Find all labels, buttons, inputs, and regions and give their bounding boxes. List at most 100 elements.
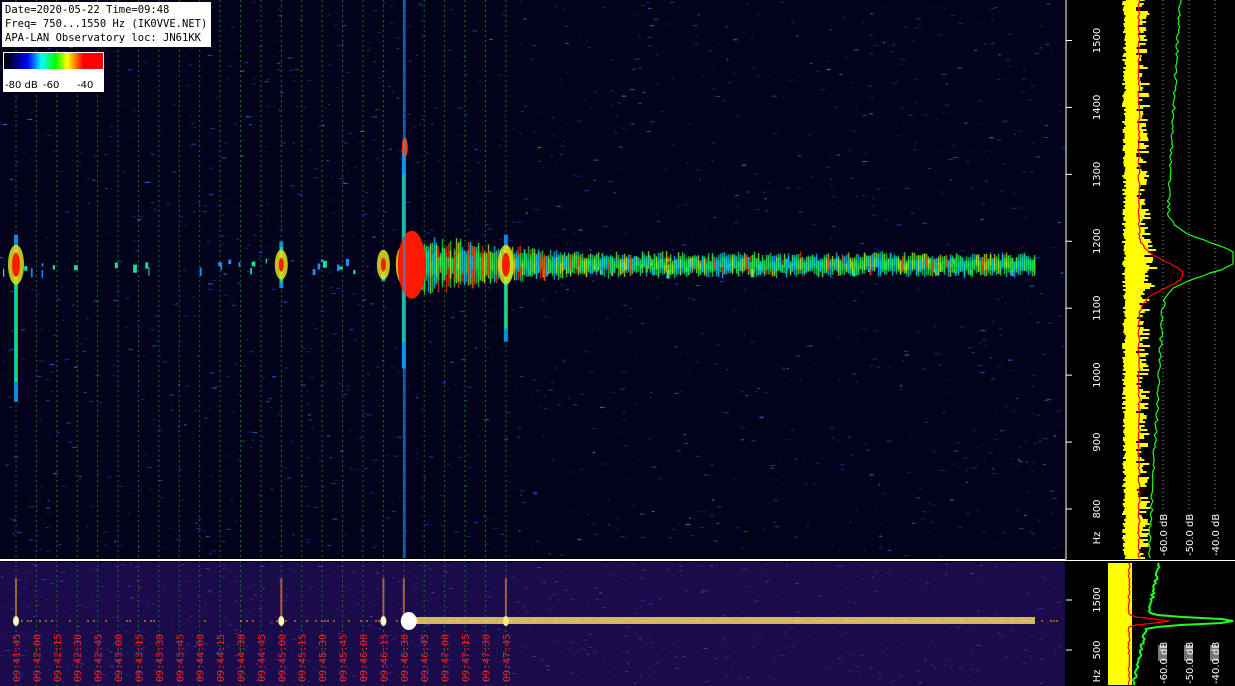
noise-dot xyxy=(70,159,74,161)
noise-dot xyxy=(129,564,131,566)
noise-dot xyxy=(1012,410,1015,412)
noise-dot xyxy=(392,672,395,674)
noise-dot xyxy=(913,142,918,144)
noise-dot xyxy=(770,465,776,466)
noise-dot xyxy=(836,336,840,338)
noise-dot xyxy=(838,379,840,380)
noise-dot xyxy=(914,102,917,103)
noise-dot xyxy=(759,634,762,636)
emission-streak xyxy=(611,256,614,271)
bottom-signal-trace xyxy=(327,620,329,622)
noise-dot xyxy=(782,368,786,370)
noise-dot xyxy=(407,386,411,388)
noise-dot xyxy=(554,581,559,583)
noise-dot xyxy=(519,490,524,492)
emission-streak xyxy=(537,249,540,273)
noise-dot xyxy=(126,298,130,300)
noise-dot xyxy=(16,162,19,164)
noise-dot xyxy=(671,77,676,79)
noise-dot xyxy=(932,664,934,666)
noise-dot xyxy=(725,645,727,647)
noise-dot xyxy=(872,330,878,332)
noise-dot xyxy=(697,612,700,614)
noise-dot xyxy=(859,674,861,676)
noise-dot xyxy=(659,599,662,601)
noise-dot xyxy=(472,30,478,32)
noise-dot xyxy=(889,51,895,53)
noise-dot xyxy=(648,674,651,676)
emission-streak xyxy=(679,259,682,276)
noise-dot xyxy=(780,2,784,4)
noise-dot xyxy=(412,650,414,652)
emission-streak xyxy=(745,254,748,269)
noise-dot xyxy=(372,271,378,273)
noise-dot xyxy=(663,169,667,171)
noise-dot xyxy=(885,219,890,221)
noise-dot xyxy=(598,593,602,594)
noise-dot xyxy=(425,152,429,154)
noise-dot xyxy=(927,646,929,648)
noise-dot xyxy=(816,70,820,72)
emission-streak xyxy=(535,255,538,280)
noise-dot xyxy=(218,343,223,345)
noise-dot xyxy=(656,297,659,299)
noise-dot xyxy=(375,572,379,574)
noise-dot xyxy=(1,576,4,578)
emission-streak xyxy=(701,256,704,273)
noise-dot xyxy=(364,468,367,470)
noise-dot xyxy=(1046,671,1050,673)
noise-dot xyxy=(380,223,383,225)
emission-streak xyxy=(477,245,480,288)
noise-dot xyxy=(648,282,650,284)
emission-streak xyxy=(865,255,868,268)
noise-dot xyxy=(1017,130,1022,132)
noise-dot xyxy=(334,479,338,481)
noise-dot xyxy=(209,553,212,555)
emission-streak xyxy=(435,245,438,278)
noise-dot xyxy=(617,674,620,676)
noise-dot xyxy=(719,281,725,283)
noise-dot xyxy=(457,107,463,109)
noise-dot xyxy=(2,650,6,652)
noise-dot xyxy=(450,9,453,11)
noise-dot xyxy=(990,20,994,22)
noise-dot xyxy=(1039,26,1043,28)
emission-streak xyxy=(617,260,620,269)
noise-dot xyxy=(390,22,394,24)
emission-streak xyxy=(453,254,456,280)
noise-dot xyxy=(872,214,876,216)
bottom-burst-streak xyxy=(504,578,507,616)
signal-trace xyxy=(228,259,232,265)
noise-dot xyxy=(126,133,128,135)
noise-dot xyxy=(959,249,964,251)
noise-dot xyxy=(427,300,433,302)
emission-streak xyxy=(867,255,870,272)
bottom-yellow-band xyxy=(1108,563,1132,685)
noise-dot xyxy=(1046,3,1051,5)
noise-dot xyxy=(1004,302,1006,304)
noise-dot xyxy=(1013,133,1017,135)
emission-streak xyxy=(851,262,854,271)
noise-dot xyxy=(62,319,65,321)
noise-dot xyxy=(141,503,143,505)
noise-dot xyxy=(1043,464,1046,465)
noise-dot xyxy=(313,506,319,508)
noise-dot xyxy=(336,287,341,289)
noise-dot xyxy=(198,597,201,599)
noise-dot xyxy=(61,478,64,480)
noise-dot xyxy=(515,601,518,603)
noise-dot xyxy=(6,605,8,607)
scale-label-mid: -60 xyxy=(43,80,60,91)
noise-dot xyxy=(773,72,778,74)
emission-streak xyxy=(523,249,526,276)
noise-dot xyxy=(359,550,362,552)
noise-dot xyxy=(62,485,66,487)
noise-dot xyxy=(626,651,629,652)
noise-dot xyxy=(886,440,892,442)
main-spectrogram-background xyxy=(0,0,1065,558)
emission-streak xyxy=(603,258,606,277)
signal-trace xyxy=(133,264,137,273)
noise-dot xyxy=(419,2,422,4)
noise-dot xyxy=(3,373,7,375)
emission-streak xyxy=(533,248,536,275)
